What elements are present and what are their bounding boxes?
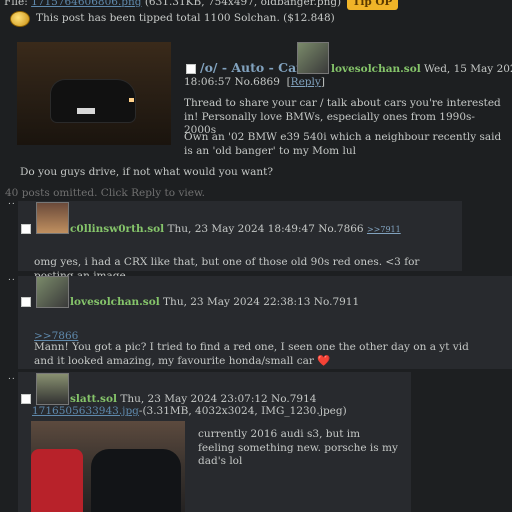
- op-name: lovesolchan.sol: [331, 63, 421, 75]
- reply-image-thumbnail[interactable]: [31, 421, 185, 512]
- tip-op-button[interactable]: Tip OP: [346, 0, 399, 10]
- reply-checkbox[interactable]: [21, 394, 31, 404]
- op-file-link[interactable]: 1715764606806.png: [31, 0, 141, 8]
- op-image-thumbnail[interactable]: [17, 42, 171, 145]
- reply-body: currently 2016 audi s3, but im feeling s…: [198, 428, 398, 468]
- reply-date-no: Thu, 23 May 2024 23:07:12 No.7914: [120, 393, 317, 405]
- reply-name: slatt.sol: [70, 393, 117, 405]
- reply-name: c0llinsw0rth.sol: [70, 223, 165, 235]
- reply-avatar: [36, 202, 69, 234]
- reply-body: Mann! You got a pic? I tried to find a r…: [34, 341, 469, 367]
- reply-avatar: [36, 373, 69, 405]
- op-file-meta: (631.31KB, 754x497, oldbanger.png): [141, 0, 342, 8]
- reply-dots: ..: [8, 273, 16, 283]
- red-car-shape: [31, 449, 83, 512]
- reply-header: c0llinsw0rth.sol Thu, 23 May 2024 18:49:…: [70, 223, 401, 237]
- reply-file-link[interactable]: 1716505633943.jpg: [32, 405, 139, 417]
- reply-file-meta: -(3.31MB, 4032x3024, IMG_1230.jpeg): [138, 405, 347, 417]
- reply-date-no: Thu, 23 May 2024 22:38:13 No.7911: [163, 296, 360, 308]
- op-reply-link[interactable]: Reply: [291, 76, 321, 88]
- black-car-shape: [91, 449, 181, 512]
- op-file-line: File: 1715764606806.png (631.31KB, 754x4…: [4, 0, 399, 10]
- reply-date-no: Thu, 23 May 2024 18:49:47 No.7866: [167, 223, 364, 235]
- reply-name: lovesolchan.sol: [70, 296, 160, 308]
- reply-header: lovesolchan.sol Thu, 23 May 2024 22:38:1…: [70, 296, 359, 310]
- op-body-2: Own an '02 BMW e39 540i which a neighbou…: [184, 131, 502, 157]
- op-avatar: [297, 42, 329, 74]
- reply-checkbox[interactable]: [21, 224, 31, 234]
- tip-message: This post has been tipped total 1100 Sol…: [36, 12, 335, 25]
- reply-avatar: [36, 276, 69, 308]
- op-time-line: 18:06:57 No.6869 [Reply]: [184, 76, 325, 88]
- reply-dots: ..: [8, 372, 16, 382]
- tail-light: [129, 98, 134, 102]
- heart-icon: ❤️: [317, 354, 331, 367]
- op-date: Wed, 15 May 2024: [424, 63, 512, 75]
- license-plate: [77, 108, 95, 114]
- reply-file-line: 1716505633943.jpg-(3.31MB, 4032x3024, IM…: [32, 405, 347, 419]
- car-shape: [51, 80, 135, 122]
- reply-checkbox[interactable]: [21, 297, 31, 307]
- op-body-3: Do you guys drive, if not what would you…: [20, 166, 273, 178]
- op-checkbox[interactable]: [186, 64, 196, 74]
- reply-body-wrap: Mann! You got a pic? I tried to find a r…: [34, 341, 484, 368]
- omitted-posts: 40 posts omitted. Click Reply to view.: [5, 187, 206, 199]
- tip-line: This post has been tipped total 1100 Sol…: [10, 11, 335, 27]
- op-name-line: lovesolchan.sol Wed, 15 May 2024: [331, 63, 512, 77]
- file-prefix: File:: [4, 0, 32, 8]
- coin-icon: [10, 11, 30, 27]
- op-time-no: 18:06:57 No.6869: [184, 76, 280, 88]
- reply-dots: ..: [8, 197, 16, 207]
- reply-backlink[interactable]: >>7911: [367, 225, 401, 234]
